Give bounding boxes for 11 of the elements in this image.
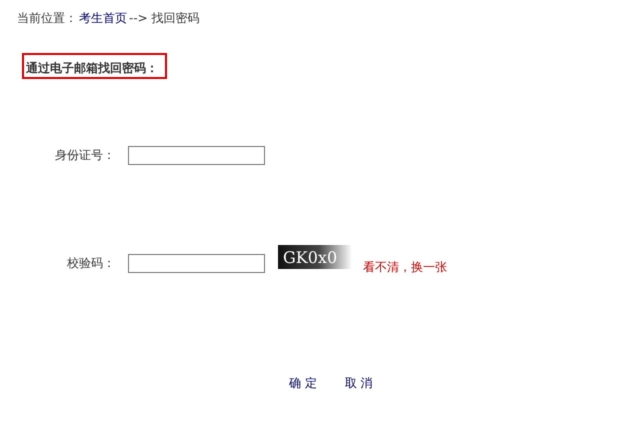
field-label: 校验码：	[66, 254, 115, 272]
confirm-button[interactable]: 确 定	[289, 375, 317, 392]
home-link[interactable]: 考生首页	[79, 10, 127, 26]
section-title: 通过电子邮箱找回密码：	[22, 53, 167, 79]
cancel-button[interactable]: 取 消	[344, 375, 373, 392]
breadcrumb-current: --> 找回密码	[129, 10, 200, 26]
breadcrumb-prefix: 当前位置：	[17, 10, 77, 26]
refresh-captcha-link[interactable]: 看不清，换一张	[363, 258, 447, 276]
field-label: 身份证号：	[54, 146, 115, 164]
input-field[interactable]	[128, 254, 265, 272]
input-field[interactable]	[128, 146, 265, 164]
